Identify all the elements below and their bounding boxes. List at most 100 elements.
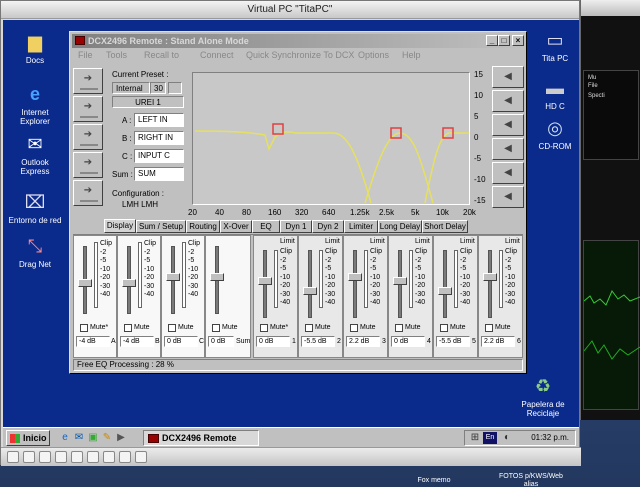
output-solo-button[interactable]: ◀ [492,162,524,184]
cd-icon[interactable] [23,451,35,463]
desktop-icon-hd-c[interactable]: ▬ HD C [525,76,579,111]
gain-field[interactable]: -5.5 dB [301,336,335,347]
fader-handle[interactable] [122,279,136,287]
output-solo-button[interactable]: ◀ [492,66,524,88]
desktop-icon-dragnet[interactable]: ⤡ Drag Net [5,234,65,269]
sound-icon[interactable] [87,451,99,463]
virtual-pc-window[interactable]: Virtual PC "TitaPC" ▆ Docs e Internet Ex… [0,0,581,466]
mute-checkbox[interactable] [260,324,268,332]
desktop-icon-outlook-express[interactable]: ✉ Outlook Express [5,132,65,176]
preset-arrow-button[interactable]: ➔ [73,180,103,206]
hard-disk-icon[interactable] [39,451,51,463]
tab-long-delay[interactable]: Long Delay [378,220,422,233]
output-solo-button[interactable]: ◀ [492,186,524,208]
tab-eq[interactable]: EQ [252,220,280,233]
desktop-icon-docs[interactable]: ▆ Docs [5,30,65,65]
input-sum-name[interactable]: SUM [134,167,184,181]
gain-field[interactable]: 0 dB [391,336,425,347]
fader-handle[interactable] [303,287,317,296]
eq-response-graph[interactable] [192,72,470,205]
preset-arrow-button[interactable]: ➔ [73,68,103,94]
mute-checkbox[interactable] [124,324,132,332]
mute-checkbox[interactable] [80,324,88,332]
tab-sum-setup[interactable]: Sum / Setup [136,220,186,233]
menu-file[interactable]: File [78,50,93,60]
menu-tools[interactable]: Tools [106,50,127,60]
tab-display[interactable]: Display [104,219,136,233]
shared-folder-icon[interactable] [119,451,131,463]
usb-icon[interactable] [55,451,67,463]
mute-checkbox[interactable] [168,324,176,332]
tab-x-over[interactable]: X-Over [220,220,252,233]
output-solo-button[interactable]: ◀ [492,138,524,160]
mute-checkbox[interactable] [350,324,358,332]
gain-field[interactable]: -4 dB [120,336,154,347]
preset-arrow-button[interactable]: ➔ [73,96,103,122]
desktop-icon-cd-rom[interactable]: ◎ CD-ROM [525,116,579,151]
volume-icon[interactable]: ◐ [501,432,513,444]
mute-checkbox[interactable] [305,324,313,332]
output-solo-button[interactable]: ◀ [492,90,524,112]
mute-checkbox[interactable] [395,324,403,332]
network-status-icon[interactable] [71,451,83,463]
menu-recall-to[interactable]: Recall to [144,50,179,60]
maximize-icon[interactable]: □ [498,35,510,46]
gain-field[interactable]: 2.2 dB [346,336,380,347]
dcx-title-bar[interactable]: DCX2496 Remote : Stand Alone Mode _ □ × [72,34,524,48]
fader-handle[interactable] [78,279,92,287]
start-button[interactable]: Inicio [6,430,50,446]
fader-handle[interactable] [438,287,452,296]
menu-options[interactable]: Options [358,50,389,60]
desktop-icon-network[interactable]: ⌧ Entorno de red [5,190,65,225]
language-indicator[interactable]: En [483,432,497,444]
gain-field[interactable]: 0 dB [256,336,290,347]
output-solo-button[interactable]: ◀ [492,114,524,136]
mute-checkbox[interactable] [485,324,493,332]
fader-handle[interactable] [166,273,180,281]
menu-help[interactable]: Help [402,50,421,60]
media-quicklaunch-icon[interactable]: ▶ [115,432,127,444]
fader-handle[interactable] [348,272,362,281]
desktop-icon-tita-pc[interactable]: ▭ Tita PC [525,28,579,63]
fader-handle[interactable] [483,272,497,281]
tab-routing[interactable]: Routing [186,220,220,233]
preset-spin[interactable] [168,82,182,94]
gain-field[interactable]: 2.2 dB [481,336,515,347]
desktop-quicklaunch-icon[interactable]: ▣ [87,432,99,444]
input-a-name[interactable]: LEFT IN [134,113,184,127]
tab-short-delay[interactable]: Short Delay [422,220,468,233]
fader-handle[interactable] [210,273,224,281]
menu-quick-sync[interactable]: Quick Synchronize To DCX [246,50,354,60]
channel-quicklaunch-icon[interactable]: ✎ [101,432,113,444]
mute-checkbox[interactable] [212,324,220,332]
input-b-name[interactable]: RIGHT IN [134,131,184,145]
gain-field[interactable]: 0 dB [164,336,198,347]
preset-arrow-button[interactable]: ➔ [73,152,103,178]
desktop-icon-internet-explorer[interactable]: e Internet Explorer [5,82,65,126]
vpc-title[interactable]: Virtual PC "TitaPC" [1,1,579,19]
dock-item-fotos[interactable]: FOTOS p/KWS/Web alias [486,473,576,487]
menu-connect[interactable]: Connect [200,50,234,60]
network-tray-icon[interactable]: ⊞ [469,432,481,444]
fader-handle[interactable] [258,277,272,285]
dock-item-fox-memo[interactable]: Fox memo [414,477,454,485]
floppy-icon[interactable] [7,451,19,463]
ie-quicklaunch-icon[interactable]: e [59,432,71,444]
printer-icon[interactable] [103,451,115,463]
input-c-name[interactable]: INPUT C [134,149,184,163]
minimize-icon[interactable]: _ [486,35,498,46]
desktop-icon-recycle-bin[interactable]: ♻ Papelera de Reciclaje [513,374,573,418]
tab-dyn-2[interactable]: Dyn 2 [312,220,344,233]
background-analyzer-window[interactable]: Mu File Specti [580,0,640,420]
gain-field[interactable]: -5.5 dB [436,336,470,347]
gain-field[interactable]: 0 dB [208,336,234,347]
close-icon[interactable]: × [512,35,524,46]
gain-field[interactable]: -4 dB [76,336,110,347]
fader-handle[interactable] [393,277,407,285]
mute-checkbox[interactable] [440,324,448,332]
tab-dyn-1[interactable]: Dyn 1 [280,220,312,233]
analyzer-titlebar[interactable] [581,0,640,16]
taskbar-dcx-remote[interactable]: DCX2496 Remote [143,430,259,446]
pc-settings-icon[interactable] [135,451,147,463]
outlook-quicklaunch-icon[interactable]: ✉ [73,432,85,444]
